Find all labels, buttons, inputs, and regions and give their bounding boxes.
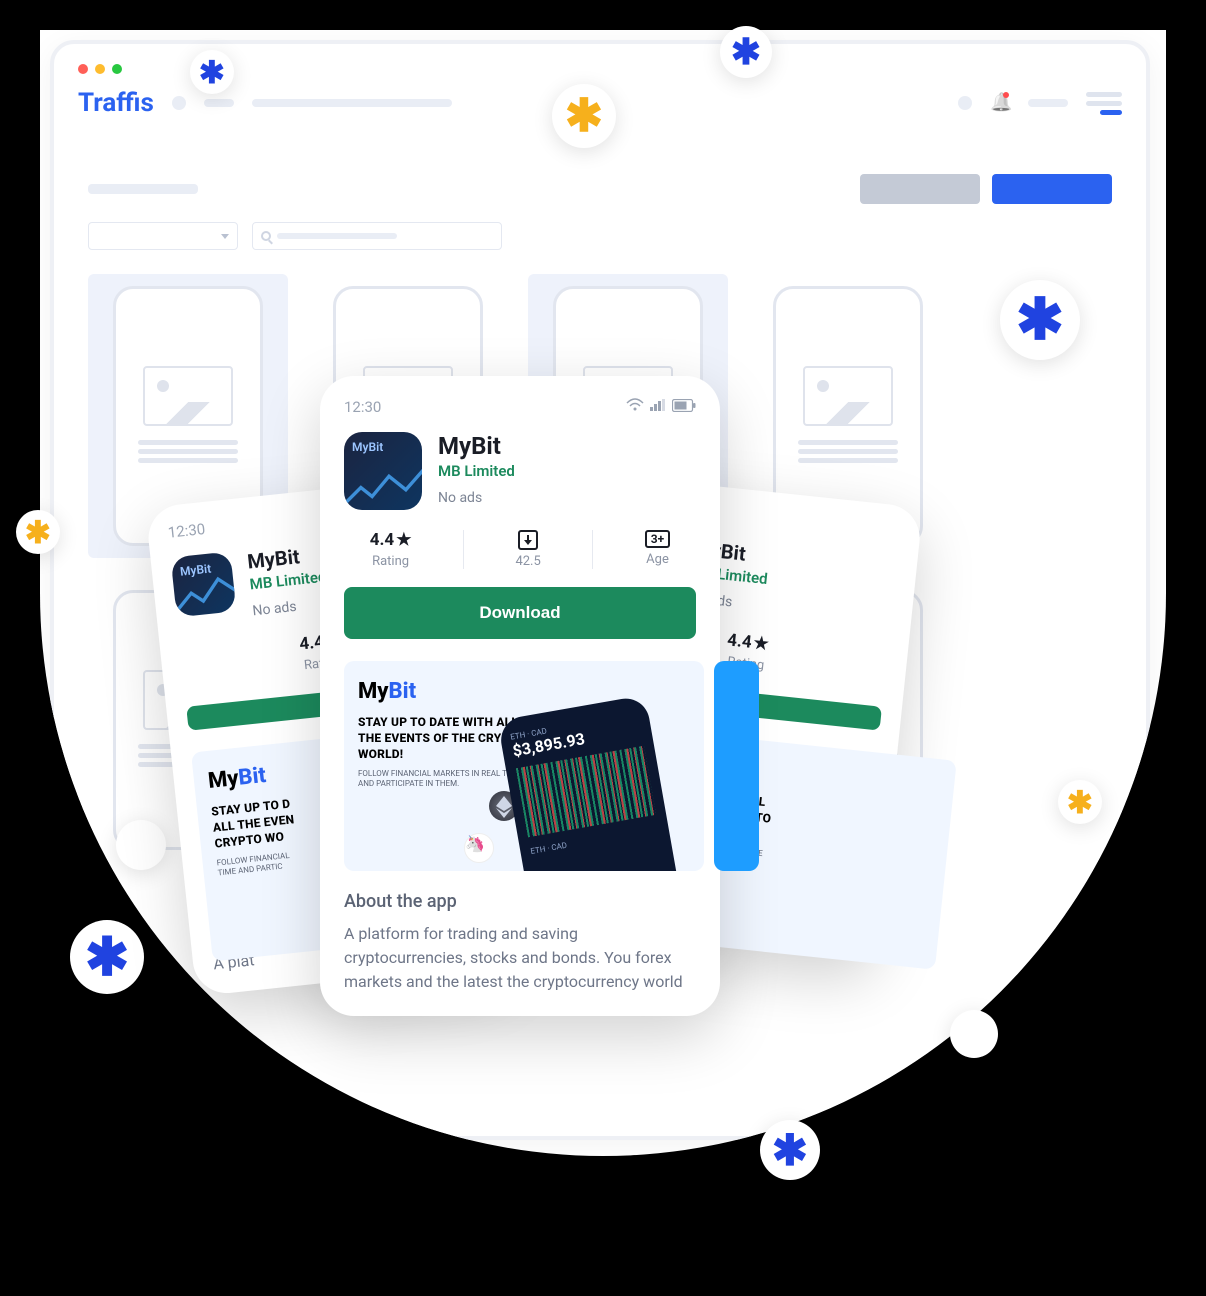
- app-icon: MyBit: [344, 432, 422, 510]
- menu-icon[interactable]: [1086, 92, 1122, 115]
- asterisk-icon: [116, 820, 166, 870]
- app-header: MyBit MyBit MB Limited No ads: [344, 432, 696, 510]
- rating-value: 4.4: [370, 530, 394, 550]
- nav-dot-skeleton: [172, 96, 186, 110]
- promo-phone-mock: ETH · CAD $3,895.93 ETH · CAD: [497, 684, 704, 871]
- minimize-dot[interactable]: [95, 64, 105, 74]
- window-traffic-lights: [78, 64, 1122, 74]
- search-icon: [261, 231, 271, 241]
- promo-logo-b: Bit: [389, 679, 417, 704]
- phone-preview-center: 12:30 MyBit MyBit MB Limited No ads 4.4★: [320, 376, 720, 1016]
- app-no-ads: No ads: [438, 490, 515, 506]
- avatar-skeleton: [958, 96, 972, 110]
- star-icon: ★: [396, 530, 411, 550]
- logo-part-a: Traff: [78, 88, 140, 118]
- status-icons: [626, 398, 696, 416]
- age-label: Age: [645, 552, 670, 567]
- asterisk-icon: ✱: [1000, 280, 1080, 360]
- stat-age: 3+ Age: [645, 530, 670, 569]
- promo-card-next: [714, 661, 759, 871]
- asterisk-icon: ✱: [720, 26, 772, 78]
- app-title: MyBit: [438, 432, 515, 460]
- nav-skeleton: [1028, 99, 1068, 107]
- star-icon: ★: [753, 633, 770, 654]
- asterisk-icon: ✱: [552, 84, 616, 148]
- asterisk-icon: ✱: [760, 1120, 820, 1180]
- secondary-button-skeleton[interactable]: [860, 174, 980, 204]
- app-developer[interactable]: MB Limited: [438, 462, 515, 480]
- title-skeleton: [88, 184, 198, 194]
- asterisk-icon: ✱: [16, 510, 60, 554]
- asterisk-icon: ✱: [190, 50, 234, 94]
- candlestick-chart-icon: [516, 746, 656, 838]
- stat-rating: 4.4★ Rating: [370, 530, 412, 569]
- promo-row[interactable]: MyBit STAY UP TO DATE WITH ALL THE EVENT…: [344, 661, 696, 871]
- bell-icon[interactable]: [990, 92, 1010, 114]
- primary-button-skeleton[interactable]: [992, 174, 1112, 204]
- unicorn-coin-icon: 🦄: [464, 833, 494, 863]
- close-dot[interactable]: [78, 64, 88, 74]
- download-button[interactable]: Download: [344, 587, 696, 639]
- search-skeleton[interactable]: [252, 222, 502, 250]
- asterisk-icon: ✱: [70, 920, 144, 994]
- promo-card: MyBit STAY UP TO DATE WITH ALL THE EVENT…: [344, 661, 704, 871]
- signal-icon: [650, 399, 666, 415]
- toolbar: [88, 174, 1112, 204]
- chevron-down-icon: [221, 234, 229, 239]
- asterisk-icon: [950, 1010, 998, 1058]
- topbar-right: [958, 92, 1122, 115]
- stat-downloads: 42.5: [515, 530, 540, 569]
- maximize-dot[interactable]: [112, 64, 122, 74]
- divider: [463, 530, 464, 569]
- promo-sub: FOLLOW FINANCIAL MARKETS IN REAL TIME AN…: [358, 769, 528, 790]
- app-icon: MyBit: [171, 551, 237, 617]
- select-skeleton[interactable]: [88, 222, 238, 250]
- app-no-ads: No ads: [252, 595, 330, 619]
- status-time: 12:30: [167, 520, 206, 542]
- age-value: 3+: [645, 530, 670, 548]
- nav-skeleton: [252, 99, 452, 107]
- wifi-icon: [626, 398, 644, 416]
- logo-part-b: is: [140, 88, 153, 118]
- nav-skeleton: [204, 99, 234, 107]
- logo: Traffis: [78, 88, 154, 118]
- rating-label: Rating: [370, 554, 412, 569]
- status-bar: 12:30: [344, 398, 696, 416]
- rating-value: 4.4: [726, 630, 752, 652]
- app-icon-label: MyBit: [352, 440, 383, 454]
- download-icon: [518, 530, 538, 550]
- stats-row: 4.4★ Rating 42.5 3+ Age: [344, 530, 696, 569]
- about-text: A platform for trading and saving crypto…: [344, 922, 696, 994]
- promo-logo-a: My: [358, 679, 389, 704]
- about-heading: About the app: [344, 891, 696, 912]
- divider: [592, 530, 593, 569]
- asterisk-icon: ✱: [1058, 780, 1102, 824]
- status-time: 12:30: [344, 398, 381, 416]
- downloads-value: 42.5: [515, 554, 540, 569]
- battery-icon: [672, 399, 696, 416]
